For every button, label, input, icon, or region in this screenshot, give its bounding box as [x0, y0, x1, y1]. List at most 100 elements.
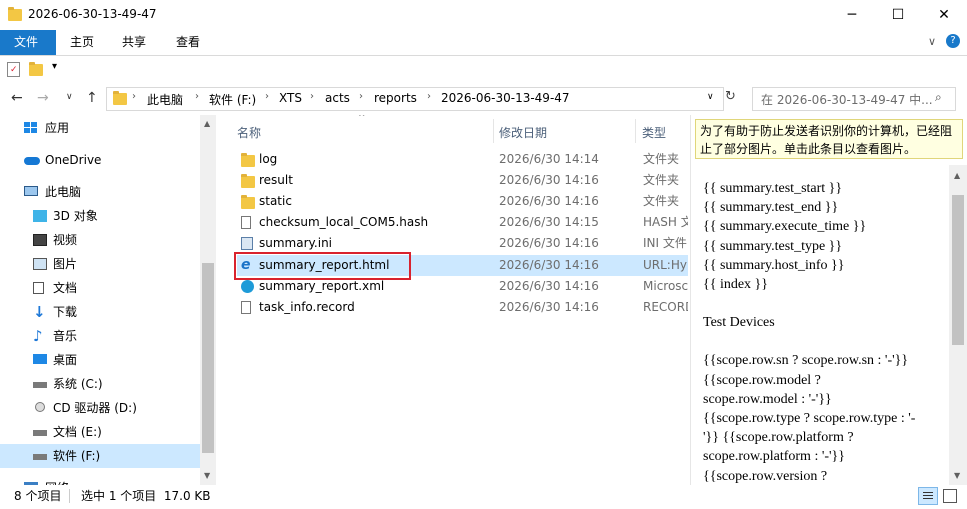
breadcrumb-this-pc[interactable]: 此电脑: [147, 91, 183, 108]
folder-icon: [113, 91, 127, 105]
nav-item-videos[interactable]: 视频: [0, 228, 200, 252]
column-divider[interactable]: [493, 119, 494, 143]
tab-home[interactable]: 主页: [56, 30, 108, 55]
chevron-right-icon[interactable]: ›: [265, 91, 269, 102]
scroll-down-icon[interactable]: ▼: [954, 471, 960, 480]
breadcrumb-drive-f[interactable]: 软件 (F:): [209, 91, 256, 108]
scroll-up-icon[interactable]: ▲: [204, 119, 210, 128]
preview-scrollbar[interactable]: ▲ ▼: [949, 165, 967, 485]
preview-spacer: [703, 332, 943, 351]
recent-locations-icon[interactable]: ∨: [66, 92, 73, 102]
chevron-right-icon[interactable]: ›: [132, 91, 136, 102]
sort-ascending-icon: ^: [358, 115, 366, 123]
minimize-button[interactable]: ─: [829, 0, 875, 30]
chevron-right-icon[interactable]: ›: [427, 91, 431, 102]
nav-scrollbar-thumb[interactable]: [202, 263, 214, 453]
nav-item-network[interactable]: 网络: [0, 476, 200, 485]
nav-item-documents[interactable]: 文档: [0, 276, 200, 300]
preview-line: {{ summary.test_end }}: [703, 200, 839, 216]
breadcrumb-current-folder[interactable]: 2026-06-30-13-49-47: [441, 91, 570, 105]
column-header-date[interactable]: 修改日期: [499, 124, 547, 141]
breadcrumb-xts[interactable]: XTS: [279, 91, 302, 105]
chevron-down-icon[interactable]: ∨: [928, 35, 936, 48]
preview-scrollbar-thumb[interactable]: [952, 195, 964, 345]
close-button[interactable]: ✕: [921, 0, 967, 30]
cube-icon: [33, 210, 47, 222]
nav-item-drive-d[interactable]: CD 驱动器 (D:): [0, 396, 200, 420]
forward-icon[interactable]: →: [37, 90, 49, 106]
nav-item-desktop[interactable]: 桌面: [0, 348, 200, 372]
up-icon[interactable]: ↑: [86, 90, 98, 106]
scroll-up-icon[interactable]: ▲: [954, 171, 960, 180]
quick-access-toolbar: ✓ ▾: [0, 56, 967, 82]
document-icon: [33, 282, 44, 294]
column-divider[interactable]: [635, 119, 636, 143]
column-header-type[interactable]: 类型: [642, 124, 666, 141]
cloud-icon: [24, 154, 40, 166]
file-row-summary-ini[interactable]: summary.ini 2026/6/30 14:16 INI 文件: [237, 233, 688, 254]
preview-line: {{ summary.test_type }}: [703, 238, 843, 254]
preview-line: {{ summary.execute_time }}: [703, 219, 867, 235]
nav-item-music[interactable]: ♪ 音乐: [0, 324, 200, 348]
file-row-static[interactable]: static 2026/6/30 14:16 文件夹: [237, 191, 688, 212]
nav-item-drive-e[interactable]: 文档 (E:): [0, 420, 200, 444]
file-row-task-info[interactable]: task_info.record 2026/6/30 14:16 RECORD: [237, 297, 688, 318]
tab-file[interactable]: 文件: [0, 30, 56, 55]
title-bar: 2026-06-30-13-49-47 ─ ☐ ✕: [0, 0, 967, 30]
file-row-result[interactable]: result 2026/6/30 14:16 文件夹: [237, 170, 688, 191]
chevron-right-icon[interactable]: ›: [195, 91, 199, 102]
selection-info: 选中 1 个项目 17.0 KB: [81, 489, 211, 503]
chevron-right-icon[interactable]: ›: [310, 91, 314, 102]
apps-icon: [24, 122, 38, 134]
breadcrumb-reports[interactable]: reports: [374, 91, 417, 105]
ini-icon: [241, 237, 253, 250]
pc-icon: [24, 186, 38, 198]
properties-icon[interactable]: ✓: [7, 62, 20, 77]
customize-toolbar-icon[interactable]: ▾: [52, 61, 57, 72]
breadcrumb-acts[interactable]: acts: [325, 91, 350, 105]
search-icon[interactable]: ⌕: [935, 90, 942, 105]
preview-line: {{scope.row.version ?: [703, 468, 828, 484]
refresh-icon[interactable]: ↻: [725, 89, 736, 104]
preview-line: '}} {{scope.row.platform ?: [703, 430, 854, 446]
blocked-images-infobar[interactable]: 为了有助于防止发送者识别你的计算机，已经阻止了部分图片。单击此条目以查看图片。: [695, 119, 963, 159]
preview-content: {{ summary.test_start }} {{ summary.test…: [703, 179, 943, 485]
new-folder-icon[interactable]: [29, 62, 43, 76]
download-icon: ↓: [33, 303, 46, 321]
nav-item-3d-objects[interactable]: 3D 对象: [0, 204, 200, 228]
large-icons-view-icon[interactable]: [943, 489, 957, 503]
nav-item-apps[interactable]: 应用: [0, 116, 200, 140]
tab-share[interactable]: 共享: [108, 30, 160, 55]
preview-line: {{ summary.test_start }}: [703, 181, 843, 196]
item-count: 8 个项目: [14, 489, 62, 503]
picture-icon: [33, 258, 47, 270]
address-bar[interactable]: › 此电脑 › 软件 (F:) › XTS › acts › reports ›…: [106, 87, 724, 111]
drive-icon: [33, 426, 47, 438]
file-row-log[interactable]: log 2026/6/30 14:14 文件夹: [237, 149, 688, 170]
scroll-down-icon[interactable]: ▼: [204, 471, 210, 480]
preview-line: {{scope.row.sn ? scope.row.sn : '-'}}: [703, 353, 909, 369]
nav-scrollbar[interactable]: ▲ ▼: [200, 115, 216, 485]
preview-line: {{ summary.host_info }}: [703, 257, 845, 273]
nav-item-pictures[interactable]: 图片: [0, 252, 200, 276]
nav-item-drive-f[interactable]: 软件 (F:): [0, 444, 200, 468]
nav-item-onedrive[interactable]: OneDrive: [0, 148, 200, 172]
file-icon: [241, 301, 251, 314]
nav-item-this-pc[interactable]: 此电脑: [0, 180, 200, 204]
file-row-checksum[interactable]: checksum_local_COM5.hash 2026/6/30 14:15…: [237, 212, 688, 233]
navigation-pane: 应用 OneDrive 此电脑 3D 对象 视频 图片 文档 ↓ 下载 ♪ 音乐…: [0, 115, 216, 485]
file-list: ^ 名称 修改日期 类型 log 2026/6/30 14:14 文件夹 res…: [216, 115, 688, 485]
column-header-name[interactable]: 名称: [237, 124, 261, 141]
address-dropdown-icon[interactable]: ∨: [707, 92, 714, 102]
nav-item-downloads[interactable]: ↓ 下载: [0, 300, 200, 324]
details-view-icon[interactable]: [918, 487, 938, 505]
edge-icon: [241, 280, 254, 293]
search-input[interactable]: 在 2026-06-30-13-49-47 中... ⌕: [752, 87, 956, 111]
back-icon[interactable]: ←: [11, 90, 23, 106]
folder-icon: [241, 174, 255, 188]
tab-view[interactable]: 查看: [162, 30, 214, 55]
nav-item-drive-c[interactable]: 系统 (C:): [0, 372, 200, 396]
help-icon[interactable]: ?: [946, 34, 960, 48]
chevron-right-icon[interactable]: ›: [359, 91, 363, 102]
maximize-button[interactable]: ☐: [875, 0, 921, 30]
